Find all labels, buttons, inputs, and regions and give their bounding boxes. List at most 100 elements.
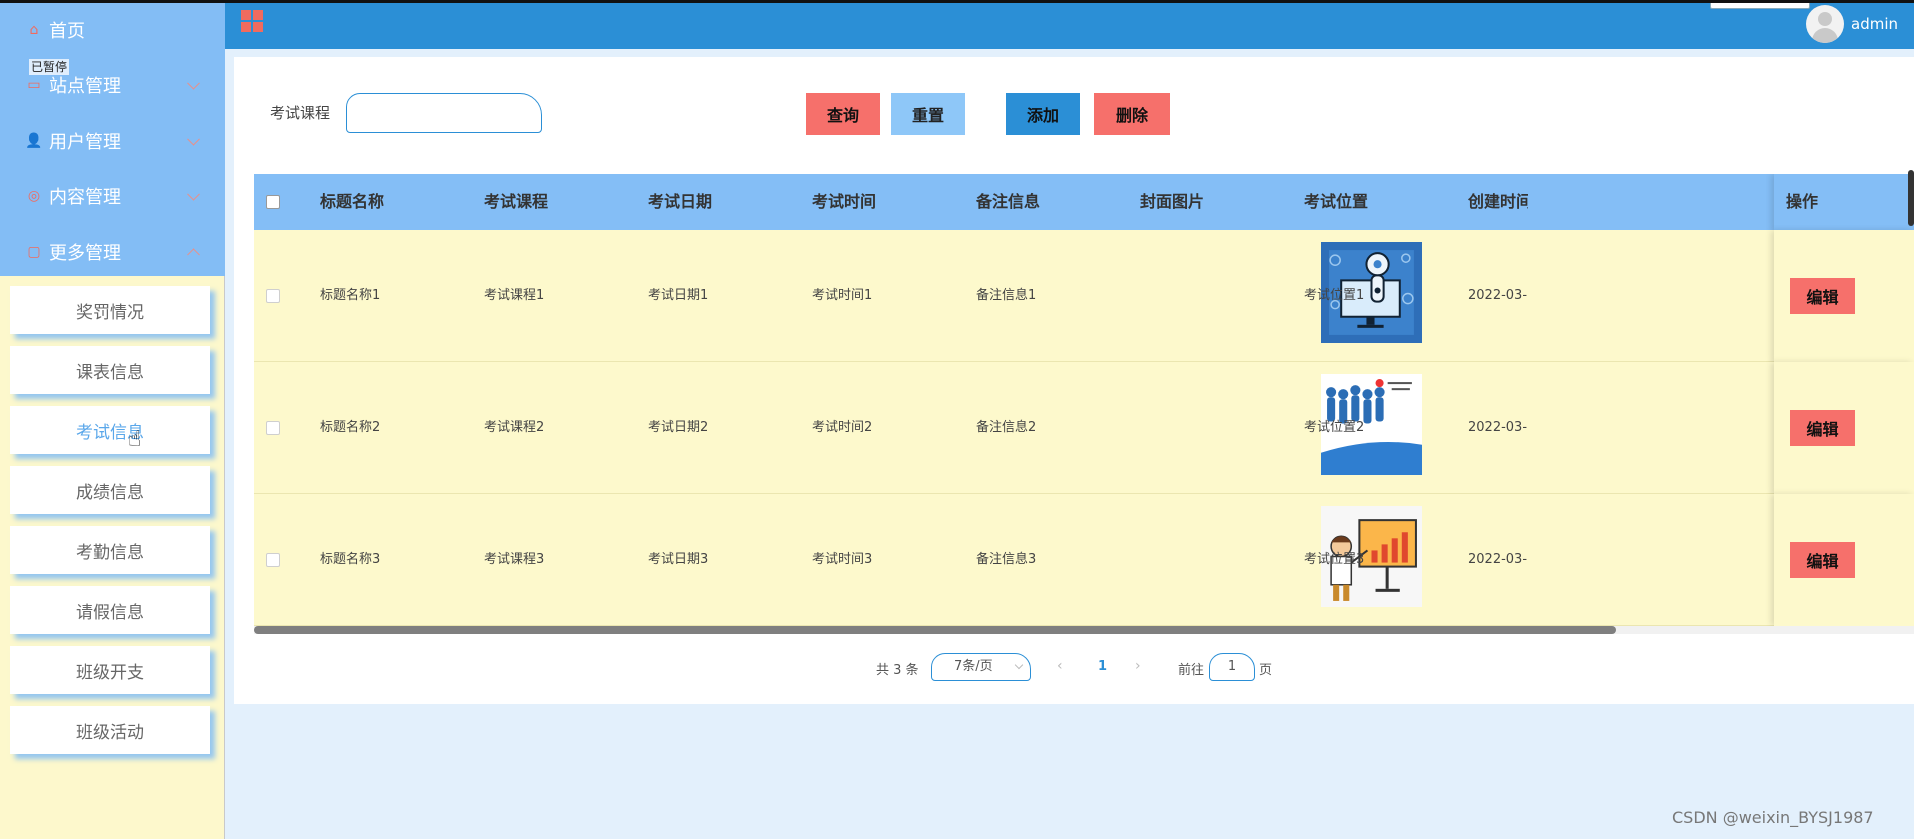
title-cell: 标题名称3 (320, 552, 381, 567)
sidebar-submenu-item[interactable]: 请假信息 (10, 586, 210, 634)
delete-button[interactable]: 删除 (1094, 93, 1170, 135)
title-cell: 标题名称1 (320, 288, 381, 303)
note-cell: 备注信息3 (976, 552, 1037, 567)
date-cell: 考试日期3 (648, 552, 709, 567)
column-header: 操作 (1786, 192, 1819, 211)
time-cell: 考试时间3 (812, 552, 873, 567)
location-cell: 考试位置3 (1304, 552, 1365, 567)
sidebar-submenu-item[interactable]: 考试信息 (10, 406, 210, 454)
menu-grid-icon[interactable] (241, 10, 263, 32)
column-header: 标题名称 (320, 192, 385, 211)
chevron-down-icon (187, 77, 200, 90)
content-icon: ◎ (27, 188, 41, 205)
ops-column-header: 操作 (1774, 174, 1914, 230)
table-header: 标题名称 考试课程 考试日期 考试时间 备注信息 封面图片 考试位置 创建时间 … (254, 174, 1914, 230)
ops-cell: 编辑 (1774, 362, 1914, 494)
total-count: 共 3 条 (876, 663, 919, 678)
edit-button[interactable]: 编辑 (1790, 542, 1855, 578)
vertical-scrollbar-thumb[interactable] (1908, 170, 1914, 226)
sidebar-submenu: 奖罚情况课表信息考试信息成绩信息考勤信息请假信息班级开支班级活动 (0, 276, 224, 754)
course-cell: 考试课程3 (484, 552, 545, 567)
sidebar-menu-item[interactable]: 👤 用户管理 (0, 113, 225, 169)
add-button[interactable]: 添加 (1006, 93, 1080, 135)
column-header: 封面图片 (1140, 192, 1205, 211)
row-checkbox[interactable] (266, 421, 280, 435)
reset-button[interactable]: 重置 (891, 93, 965, 135)
content-card: 考试课程 查询 重置 添加 删除 标题名称 考试课程 考试日期 考试时间 备注信… (234, 57, 1914, 704)
exam-table: 标题名称 考试课程 考试日期 考试时间 备注信息 封面图片 考试位置 创建时间 … (254, 174, 1914, 638)
sidebar-menu-item[interactable]: ◎ 内容管理 (0, 169, 225, 225)
sidebar-menu-label: 首页 (49, 20, 85, 42)
location-cell: 考试位置1 (1304, 288, 1365, 303)
sidebar-submenu-item[interactable]: 成绩信息 (10, 466, 210, 514)
ops-cell: 编辑 (1774, 230, 1914, 362)
course-search-input[interactable] (346, 93, 542, 133)
course-cell: 考试课程2 (484, 420, 545, 435)
time-cell: 考试时间1 (812, 288, 873, 303)
paused-badge: 已暂停 (29, 59, 70, 75)
title-cell: 标题名称2 (320, 420, 381, 435)
location-cell: 考试位置2 (1304, 420, 1365, 435)
sidebar-menu-label: 站点管理 (49, 76, 121, 98)
chevron-down-icon (187, 132, 200, 146)
ops-cell: 编辑 (1774, 494, 1914, 626)
username[interactable]: admin (1851, 15, 1898, 33)
edit-button[interactable]: 编辑 (1790, 278, 1855, 314)
column-header: 考试时间 (812, 192, 877, 211)
avatar[interactable] (1806, 5, 1844, 43)
table-row: 标题名称1 考试课程1 考试日期1 考试时间1 备注信息1 考试位置1 2022… (254, 230, 1914, 362)
site-icon: ▭ (27, 77, 41, 94)
column-header: 备注信息 (976, 192, 1041, 211)
time-cell: 考试时间2 (812, 420, 873, 435)
sidebar-menu-label: 内容管理 (49, 187, 121, 209)
prev-page-icon[interactable]: ‹ (1057, 658, 1063, 674)
sidebar-menu-label: 用户管理 (49, 131, 121, 153)
watermark: CSDN @weixin_BYSJ1987 (1672, 808, 1874, 827)
chevron-down-icon (1014, 660, 1024, 670)
created-cell: 2022-03- (1468, 552, 1528, 567)
table-row: 标题名称2 考试课程2 考试日期2 考试时间2 备注信息2 考试位置2 2022… (254, 362, 1914, 494)
query-button[interactable]: 查询 (806, 93, 880, 135)
sidebar-submenu-item[interactable]: 考勤信息 (10, 526, 210, 574)
sidebar: ⌂ 首页 ▭ 站点管理 👤 用户管理 ◎ 内容管理 ▢ 更多管理 奖罚情况课表信息考试信息成绩信息… (0, 0, 225, 839)
row-checkbox[interactable] (266, 553, 280, 567)
top-header: admin (225, 0, 1914, 49)
created-cell: 2022-03- (1468, 420, 1528, 435)
sidebar-submenu-item[interactable]: 班级开支 (10, 646, 210, 694)
more-icon: ▢ (27, 243, 41, 260)
next-page-icon[interactable]: › (1135, 658, 1141, 674)
page-size-select[interactable]: 7条/页 (931, 653, 1031, 681)
mouse-cursor-icon: ☝ (128, 427, 142, 452)
page-unit-label: 页 (1259, 663, 1273, 678)
column-header: 考试位置 (1304, 192, 1369, 211)
goto-label: 前往 (1178, 663, 1205, 678)
column-header: 考试课程 (484, 192, 549, 211)
sidebar-menu: ⌂ 首页 ▭ 站点管理 👤 用户管理 ◎ 内容管理 ▢ 更多管理 (0, 0, 225, 276)
row-checkbox[interactable] (266, 289, 280, 303)
column-header: 创建时间 (1468, 192, 1528, 211)
goto-page-input[interactable]: 1 (1209, 653, 1255, 681)
chevron-down-icon (187, 188, 200, 201)
horizontal-scrollbar-thumb[interactable] (254, 626, 1616, 634)
chevron-up-icon (187, 248, 200, 261)
sidebar-menu-item[interactable]: ⌂ 首页 (0, 2, 225, 58)
edit-button[interactable]: 编辑 (1790, 410, 1855, 446)
sidebar-submenu-item[interactable]: 班级活动 (10, 706, 210, 754)
course-cell: 考试课程1 (484, 288, 545, 303)
select-all-checkbox[interactable] (266, 195, 280, 209)
sidebar-submenu-item[interactable]: 奖罚情况 (10, 286, 210, 334)
pagination: 共 3 条 7条/页 ‹ 1 › 前往 1 页 (234, 653, 1914, 683)
sidebar-submenu-item[interactable]: 课表信息 (10, 346, 210, 394)
date-cell: 考试日期1 (648, 288, 709, 303)
created-cell: 2022-03- (1468, 288, 1528, 303)
sidebar-menu-item[interactable]: ▢ 更多管理 (0, 224, 225, 280)
note-cell: 备注信息2 (976, 420, 1037, 435)
search-label: 考试课程 (270, 104, 331, 122)
note-cell: 备注信息1 (976, 288, 1037, 303)
current-page[interactable]: 1 (1098, 659, 1107, 674)
top-strip (0, 0, 1914, 3)
sidebar-menu-label: 更多管理 (49, 242, 121, 264)
page-size-value: 7条/页 (954, 659, 993, 674)
table-row: 标题名称3 考试课程3 考试日期3 考试时间3 备注信息3 考试位置3 2022… (254, 494, 1914, 626)
user-icon: 👤 (25, 132, 43, 149)
